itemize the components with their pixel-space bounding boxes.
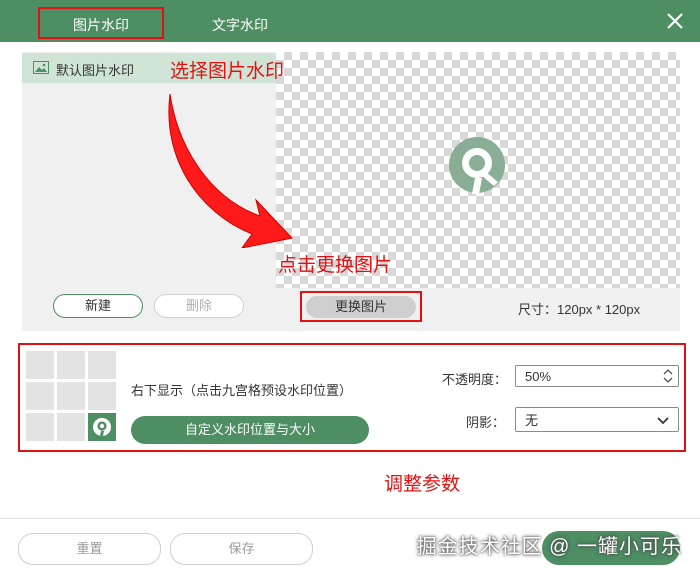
grid-cell[interactable] bbox=[88, 351, 116, 379]
grid-cell[interactable] bbox=[26, 351, 54, 379]
site-watermark: 掘金技术社区 @ 一罐小可乐 bbox=[416, 536, 682, 558]
watermark-logo-icon bbox=[93, 418, 111, 436]
position-grid[interactable] bbox=[26, 351, 116, 441]
change-image-button[interactable]: 更换图片 bbox=[306, 296, 416, 318]
watermark-logo-icon bbox=[446, 134, 508, 199]
chevron-down-icon bbox=[656, 411, 670, 436]
grid-cell[interactable] bbox=[88, 382, 116, 410]
image-size-label: 尺寸：120px * 120px bbox=[518, 302, 641, 317]
list-item-label: 默认图片水印 bbox=[56, 63, 135, 78]
shadow-value: 无 bbox=[525, 413, 539, 428]
image-icon bbox=[33, 61, 49, 77]
reset-button[interactable]: 重置 bbox=[18, 533, 161, 565]
new-button[interactable]: 新建 bbox=[53, 294, 143, 318]
grid-cell[interactable] bbox=[26, 413, 54, 441]
grid-cell[interactable] bbox=[57, 351, 85, 379]
close-icon[interactable] bbox=[664, 10, 686, 32]
custom-position-button[interactable]: 自定义水印位置与大小 bbox=[131, 416, 369, 444]
tab-image-watermark[interactable]: 图片水印 bbox=[38, 7, 164, 39]
annotation-select-image: 选择图片水印 bbox=[170, 61, 285, 82]
grid-cell[interactable] bbox=[26, 382, 54, 410]
stepper-arrows-icon[interactable] bbox=[663, 367, 673, 392]
grid-cell-selected[interactable] bbox=[88, 413, 116, 441]
annotation-change-image: 点击更换图片 bbox=[278, 255, 393, 276]
position-description: 右下显示（点击九宫格预设水印位置） bbox=[131, 383, 353, 398]
opacity-label: 不透明度： bbox=[442, 372, 508, 387]
grid-cell[interactable] bbox=[57, 382, 85, 410]
opacity-value: 50% bbox=[525, 369, 552, 384]
save-button[interactable]: 保存 bbox=[170, 533, 313, 565]
grid-cell[interactable] bbox=[57, 413, 85, 441]
annotation-arrow-icon bbox=[160, 88, 300, 251]
annotation-adjust-params: 调整参数 bbox=[384, 474, 461, 495]
opacity-stepper[interactable]: 50% bbox=[515, 365, 679, 387]
tab-text-watermark[interactable]: 文字水印 bbox=[190, 10, 290, 40]
shadow-label: 阴影： bbox=[466, 415, 506, 430]
delete-button[interactable]: 删除 bbox=[154, 294, 244, 318]
shadow-select[interactable]: 无 bbox=[515, 407, 679, 432]
